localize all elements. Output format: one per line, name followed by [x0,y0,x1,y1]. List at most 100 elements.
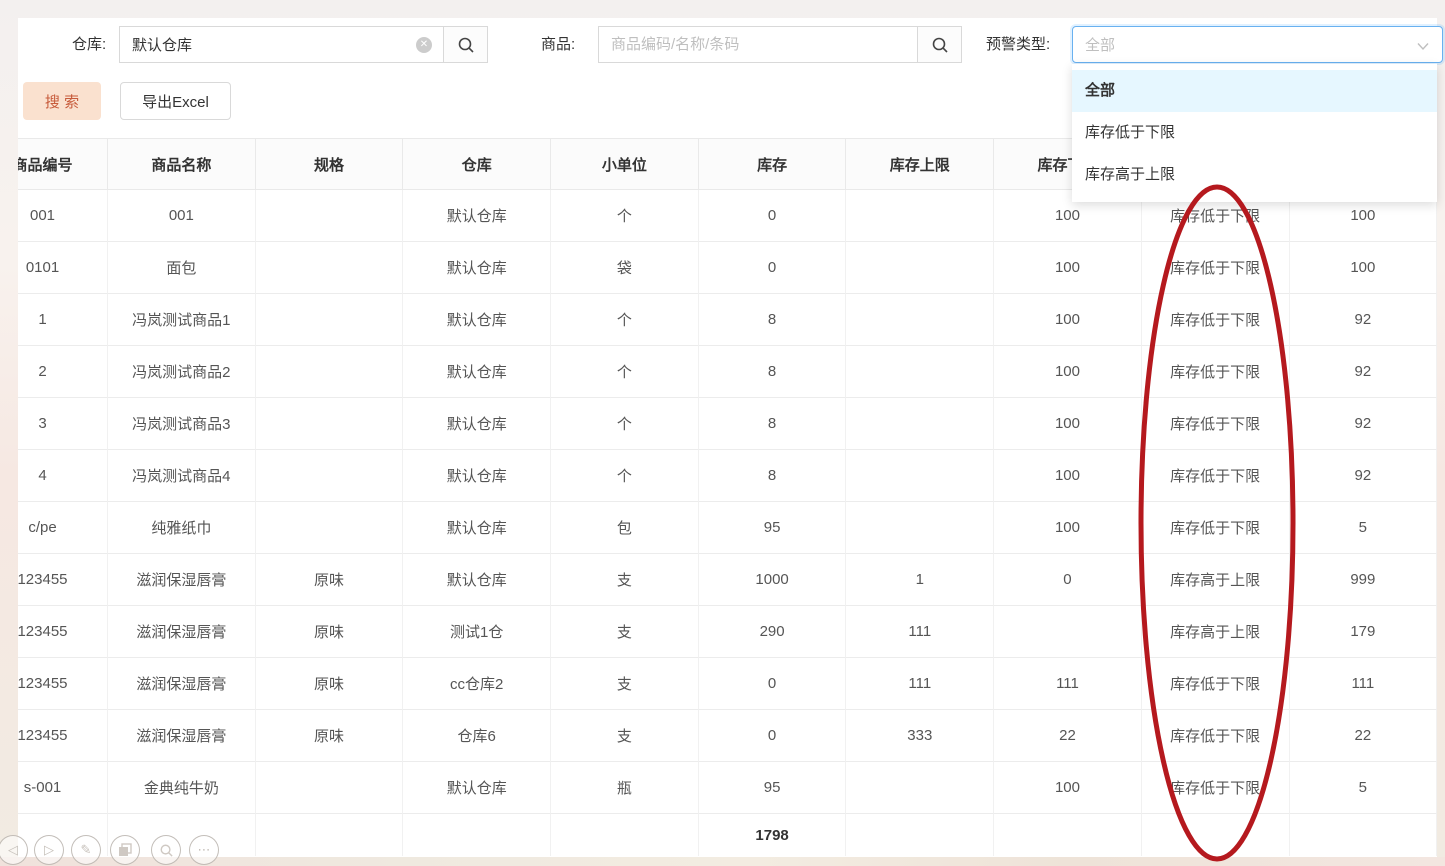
warning-type-dropdown: 全部库存低于下限库存高于上限 [1072,64,1437,202]
table-cell: 库存低于下限 [1142,450,1290,502]
table-cell: 个 [551,398,699,450]
dropdown-option[interactable]: 库存高于上限 [1072,154,1437,196]
table-cell: 92 [1290,450,1438,502]
table-cell: 2 [18,346,108,398]
warning-type-select[interactable]: 全部 [1072,26,1443,63]
dropdown-option[interactable]: 全部 [1072,70,1437,112]
table-cell: 22 [994,710,1142,762]
table-cell: 179 [1290,606,1438,658]
table-cell: 原味 [256,710,404,762]
table-cell: 111 [1290,658,1438,710]
copy-icon[interactable] [110,835,140,865]
table-cell: c/pe [18,502,108,554]
pencil-icon[interactable]: ✎ [71,835,101,865]
table-cell: 滋润保湿唇膏 [108,554,256,606]
table-cell: 库存低于下限 [1142,346,1290,398]
product-search-button[interactable] [917,26,962,63]
inventory-table: 商品编号商品名称规格仓库小单位库存库存上限库存下限 001001默认仓库个010… [18,138,1437,857]
table-cell [846,450,994,502]
table-cell: 8 [699,346,847,398]
table-cell: 支 [551,658,699,710]
warehouse-input[interactable] [119,26,443,63]
table-cell: 原味 [256,554,404,606]
table-cell: 8 [699,398,847,450]
export-excel-button[interactable]: 导出Excel [120,82,231,120]
table-cell: 290 [699,606,847,658]
table-row: c/pe纯雅纸巾默认仓库包95100库存低于下限5 [18,502,1437,554]
warehouse-search-button[interactable] [443,26,488,63]
table-cell: 瓶 [551,762,699,814]
table-cell: 测试1仓 [403,606,551,658]
next-icon[interactable]: ▷ [34,835,64,865]
table-cell: 原味 [256,658,404,710]
table-cell: 95 [699,502,847,554]
table-cell: 金典纯牛奶 [108,762,256,814]
table-cell: 22 [1290,710,1438,762]
table-cell [256,346,404,398]
table-cell: 1000 [699,554,847,606]
table-row: s-001金典纯牛奶默认仓库瓶95100库存低于下限5 [18,762,1437,814]
table-cell: 0 [699,242,847,294]
column-header: 小单位 [551,138,699,190]
table-cell: 123455 [18,710,108,762]
table-cell: 92 [1290,398,1438,450]
table-cell: 默认仓库 [403,762,551,814]
table-cell: 库存低于下限 [1142,762,1290,814]
table-row: 4冯岚测试商品4默认仓库个8100库存低于下限92 [18,450,1437,502]
table-cell: 111 [846,606,994,658]
product-input[interactable] [598,26,917,63]
table-cell: 默认仓库 [403,554,551,606]
footer-cell: 1798 [699,814,847,856]
table-row: 3冯岚测试商品3默认仓库个8100库存低于下限92 [18,398,1437,450]
table-cell: 支 [551,554,699,606]
clear-circle-icon[interactable]: ✕ [416,37,432,53]
table-cell: 3 [18,398,108,450]
table-cell [256,762,404,814]
table-cell: 8 [699,294,847,346]
ellipsis-icon[interactable]: ⋯ [189,835,219,865]
table-row: 123455滋润保湿唇膏原味默认仓库支100010库存高于上限999 [18,554,1437,606]
table-cell: 100 [994,242,1142,294]
magnifier-icon[interactable] [151,835,181,865]
table-cell: 库存低于下限 [1142,294,1290,346]
table-row: 123455滋润保湿唇膏原味cc仓库2支0111111库存低于下限111 [18,658,1437,710]
table-cell: 123455 [18,606,108,658]
table-cell: 默认仓库 [403,398,551,450]
table-cell: 袋 [551,242,699,294]
table-cell: 库存低于下限 [1142,502,1290,554]
table-cell: 0 [699,710,847,762]
table-cell: 滋润保湿唇膏 [108,606,256,658]
table-cell [256,502,404,554]
table-cell [256,398,404,450]
table-cell: 123455 [18,658,108,710]
dropdown-option[interactable]: 库存低于下限 [1072,112,1437,154]
table-cell: 5 [1290,762,1438,814]
product-label: 商品: [541,33,575,54]
table-cell: 库存低于下限 [1142,398,1290,450]
table-cell: 0 [699,190,847,242]
column-header: 库存 [699,138,847,190]
table-cell: 100 [994,762,1142,814]
search-button[interactable]: 搜 索 [23,82,101,120]
table-cell: 123455 [18,554,108,606]
table-cell: 333 [846,710,994,762]
magnifier-icon [457,36,475,54]
table-cell: 库存低于下限 [1142,242,1290,294]
prev-icon[interactable]: ◁ [0,835,28,865]
footer-cell [1142,814,1290,856]
table-cell [256,450,404,502]
table-cell: 111 [994,658,1142,710]
table-cell: 库存低于下限 [1142,710,1290,762]
footer-cell [256,814,404,856]
table-cell: 100 [994,294,1142,346]
table-cell: 0101 [18,242,108,294]
table-cell: 0 [699,658,847,710]
column-header: 仓库 [403,138,551,190]
table-cell: 个 [551,190,699,242]
magnifier-icon [931,36,949,54]
table-row: 0101面包默认仓库袋0100库存低于下限100 [18,242,1437,294]
table-cell [994,606,1142,658]
table-cell: 100 [994,502,1142,554]
table-cell: 库存低于下限 [1142,658,1290,710]
warning-type-label: 预警类型: [986,33,1050,54]
